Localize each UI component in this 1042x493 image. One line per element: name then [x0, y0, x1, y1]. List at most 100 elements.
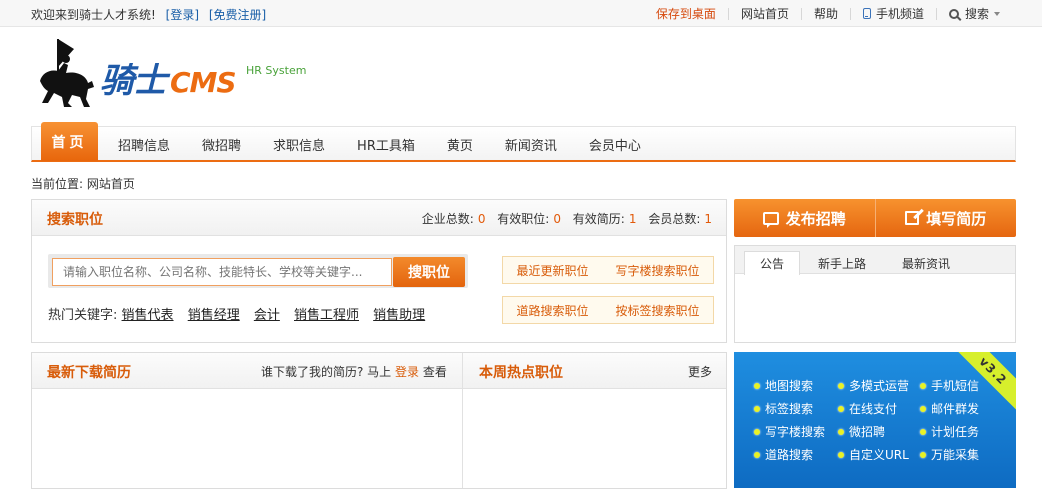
breadcrumb: 当前位置: 网站首页 — [31, 177, 135, 191]
knight-logo-icon — [40, 39, 94, 107]
feature-item: 万能采集 — [920, 447, 1000, 462]
search-label: 搜索 — [964, 7, 989, 21]
hot-keywords: 热门关键字: 销售代表 销售经理 会计 销售工程师 销售助理 — [48, 304, 435, 323]
stat-label: 会员总数: — [648, 212, 701, 226]
stat-label: 有效职位: — [497, 212, 550, 226]
nav-item-news[interactable]: 新闻资讯 — [489, 135, 573, 154]
bullet-icon — [920, 428, 926, 435]
nav-item-micro-recruit[interactable]: 微招聘 — [186, 135, 257, 154]
feature-item: 微招聘 — [838, 424, 920, 439]
stat-label: 有效简历: — [572, 212, 625, 226]
search-panel-title: 搜索职位 — [47, 212, 103, 228]
write-resume-button[interactable]: 填写简历 — [874, 199, 1017, 237]
road-search-link[interactable]: 道路搜索职位 — [516, 302, 588, 319]
feature-item: 标签搜索 — [754, 401, 838, 416]
edit-icon — [905, 211, 920, 225]
site-home-link[interactable]: 网站首页 — [729, 5, 801, 22]
save-to-desktop-link[interactable]: 保存到桌面 — [644, 5, 728, 22]
mobile-channel-link[interactable]: 手机频道 — [851, 5, 936, 22]
office-building-search-link[interactable]: 写字楼搜索职位 — [615, 262, 699, 279]
feature-item: 自定义URL — [838, 447, 920, 462]
login-link[interactable]: 登录 — [395, 365, 419, 379]
nav-item-hr-tools[interactable]: HR工具箱 — [341, 135, 431, 154]
main-nav: 首页 招聘信息 微招聘 求职信息 HR工具箱 黄页 新闻资讯 会员中心 — [31, 122, 1016, 162]
brand-text: 骑士 CMS — [100, 61, 237, 101]
bullet-icon — [838, 428, 844, 435]
hot-keyword-link[interactable]: 会计 — [254, 308, 280, 323]
message-icon — [762, 211, 779, 228]
bullet-icon — [920, 382, 926, 389]
nav-items: 招聘信息 微招聘 求职信息 HR工具箱 黄页 新闻资讯 会员中心 — [102, 127, 657, 161]
write-resume-label: 填写简历 — [926, 209, 987, 228]
bullet-icon — [920, 451, 926, 458]
feature-item: 手机短信 — [920, 378, 1000, 393]
resume-panel-header: 最新下载简历 谁下载了我的简历? 马上 登录 查看 本周热点职位 更多 — [32, 353, 726, 389]
nav-item-jobs[interactable]: 招聘信息 — [102, 135, 186, 154]
nav-item-yellow-pages[interactable]: 黄页 — [431, 135, 489, 154]
action-buttons: 发布招聘 填写简历 — [734, 199, 1016, 237]
welcome-area: 欢迎来到骑士人才系统! [登录] [免费注册] — [31, 6, 266, 23]
nav-item-home[interactable]: 首页 — [41, 122, 98, 161]
hot-keyword-link[interactable]: 销售经理 — [188, 308, 240, 323]
resume-panel: 最新下载简历 谁下载了我的简历? 马上 登录 查看 本周热点职位 更多 — [31, 352, 727, 489]
phone-icon — [862, 8, 871, 19]
download-prompt: 谁下载了我的简历? 马上 登录 查看 — [261, 363, 447, 380]
job-search-box: 搜职位 — [48, 254, 468, 288]
top-bar: 欢迎来到骑士人才系统! [登录] [免费注册] 保存到桌面 网站首页 帮助 手机… — [0, 0, 1042, 27]
register-link[interactable]: [免费注册] — [209, 8, 266, 22]
bullet-icon — [754, 382, 760, 389]
tag-search-link[interactable]: 按标签搜索职位 — [615, 302, 699, 319]
top-links: 保存到桌面 网站首页 帮助 手机频道 搜索 — [644, 0, 1012, 27]
job-search-input[interactable] — [52, 258, 392, 286]
notice-tabs: 公告 新手上路 最新资讯 — [735, 246, 1015, 275]
feature-item: 地图搜索 — [754, 378, 838, 393]
search-panel: 搜索职位 企业总数:0 有效职位:0 有效简历:1 会员总数:1 搜职位 热门关… — [31, 199, 727, 343]
bullet-icon — [754, 428, 760, 435]
help-link[interactable]: 帮助 — [802, 5, 850, 22]
stat-value: 0 — [553, 212, 561, 226]
download-prompt-text: 谁下载了我的简历? 马上 — [261, 365, 392, 379]
quick-links-row-2: 道路搜索职位 按标签搜索职位 — [502, 296, 714, 324]
quick-links-row-1: 最近更新职位 写字楼搜索职位 — [502, 256, 714, 284]
hot-keyword-link[interactable]: 销售助理 — [373, 308, 425, 323]
feature-banner[interactable]: v3.2 地图搜索 多模式运营 手机短信 标签搜索 在线支付 邮件群发 写字楼搜… — [734, 352, 1016, 488]
nav-item-member-center[interactable]: 会员中心 — [573, 135, 657, 154]
post-job-label: 发布招聘 — [785, 209, 846, 228]
bullet-icon — [838, 382, 844, 389]
mobile-channel-label: 手机频道 — [875, 7, 924, 21]
feature-item: 邮件群发 — [920, 401, 1000, 416]
tagline: HR System — [246, 64, 307, 77]
notice-panel: 公告 新手上路 最新资讯 — [734, 245, 1016, 343]
hot-keywords-label: 热门关键字: — [48, 308, 118, 323]
latest-downloaded-resumes-title: 最新下载简历 — [47, 365, 131, 381]
bullet-icon — [838, 451, 844, 458]
feature-list: 地图搜索 多模式运营 手机短信 标签搜索 在线支付 邮件群发 写字楼搜索 微招聘… — [754, 378, 1004, 462]
post-job-button[interactable]: 发布招聘 — [734, 199, 875, 237]
search-panel-header: 搜索职位 企业总数: 0 有效职位: 0 有效简历: 1 会员总数: 1 — [32, 200, 726, 236]
feature-item: 计划任务 — [920, 424, 1000, 439]
stat-label: 企业总数: — [421, 212, 474, 226]
stat-value: 1 — [704, 212, 712, 226]
search-icon — [948, 8, 959, 19]
feature-item: 多模式运营 — [838, 378, 920, 393]
hot-keyword-link[interactable]: 销售代表 — [122, 308, 174, 323]
tab-beginner-guide[interactable]: 新手上路 — [807, 251, 877, 275]
feature-item: 写字楼搜索 — [754, 424, 838, 439]
hot-keyword-link[interactable]: 销售工程师 — [294, 308, 359, 323]
feature-item: 在线支付 — [838, 401, 920, 416]
recent-jobs-link[interactable]: 最近更新职位 — [516, 262, 588, 279]
bullet-icon — [754, 451, 760, 458]
tab-announcement[interactable]: 公告 — [744, 251, 800, 275]
bullet-icon — [754, 405, 760, 412]
view-text: 查看 — [422, 365, 447, 379]
bullet-icon — [920, 405, 926, 412]
site-logo[interactable]: 骑士 CMS HR System — [36, 37, 336, 111]
more-link[interactable]: 更多 — [688, 363, 712, 380]
search-dropdown[interactable]: 搜索 — [937, 5, 1012, 22]
search-jobs-button[interactable]: 搜职位 — [393, 257, 465, 287]
bullet-icon — [838, 405, 844, 412]
weekly-hot-jobs-title: 本周热点职位 — [479, 365, 563, 381]
login-link[interactable]: [登录] — [166, 8, 199, 22]
tab-latest-news[interactable]: 最新资讯 — [891, 251, 961, 275]
nav-item-job-seekers[interactable]: 求职信息 — [257, 135, 341, 154]
